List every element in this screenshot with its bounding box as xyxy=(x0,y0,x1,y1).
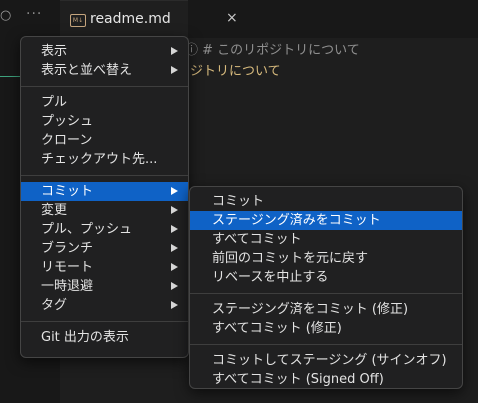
menu-item-pull-push[interactable]: プル、プッシュ xyxy=(21,220,188,239)
chevron-right-icon xyxy=(171,66,178,74)
menu-item-push[interactable]: プッシュ xyxy=(21,112,188,131)
menu-item-view[interactable]: 表示 xyxy=(21,42,188,61)
menu-item-label: 前回のコミットを元に戻す xyxy=(212,251,369,266)
menu-item-label: ブランチ xyxy=(41,241,94,256)
editor-line[interactable]: ジトリについて xyxy=(190,60,281,79)
submenu-item-undo-last-commit[interactable]: 前回のコミットを元に戻す xyxy=(190,249,462,268)
menu-item-remote[interactable]: リモート xyxy=(21,258,188,277)
menu-item-label: タグ xyxy=(41,298,68,313)
menu-item-label: Git 出力の表示 xyxy=(41,330,129,345)
submenu-item-commit[interactable]: コミット xyxy=(190,192,462,211)
chevron-right-icon xyxy=(171,206,178,214)
chevron-right-icon xyxy=(171,263,178,271)
menu-item-label: プル xyxy=(41,95,68,110)
context-menu: 表示 表示と並べ替え プル プッシュ クローン チェックアウト先... コミット… xyxy=(20,36,189,358)
menu-item-label: リベースを中止する xyxy=(212,270,329,285)
more-actions-icon[interactable]: ··· xyxy=(26,6,42,22)
chevron-right-icon xyxy=(171,301,178,309)
chevron-right-icon xyxy=(171,225,178,233)
menu-separator xyxy=(21,175,188,176)
menu-separator xyxy=(21,321,188,322)
menu-item-commit[interactable]: コミット xyxy=(21,182,188,201)
chevron-right-icon xyxy=(171,47,178,55)
menu-item-label: 表示 xyxy=(41,44,68,59)
markdown-icon: M↓ xyxy=(70,14,86,27)
menu-item-label: すべてコミット xyxy=(212,232,302,247)
menu-separator xyxy=(21,86,188,87)
commit-submenu: コミット ステージング済みをコミット すべてコミット 前回のコミットを元に戻す … xyxy=(189,186,463,389)
menu-item-view-sort[interactable]: 表示と並べ替え xyxy=(21,61,188,80)
menu-separator xyxy=(190,344,462,345)
menu-item-label: プッシュ xyxy=(41,114,94,129)
tab-label: readme.md xyxy=(90,11,171,27)
menu-item-label: すべてコミット (Signed Off) xyxy=(212,372,384,387)
menu-item-clone[interactable]: クローン xyxy=(21,131,188,150)
menu-item-label: コミットしてステージング (サインオフ) xyxy=(212,353,447,368)
menu-item-label: 変更 xyxy=(41,203,68,218)
menu-item-branch[interactable]: ブランチ xyxy=(21,239,188,258)
chevron-right-icon xyxy=(171,187,178,195)
menu-item-label: 表示と並べ替え xyxy=(41,63,133,78)
menu-item-checkout[interactable]: チェックアウト先... xyxy=(21,150,188,169)
menu-item-pull[interactable]: プル xyxy=(21,93,188,112)
menu-item-label: すべてコミット (修正) xyxy=(212,321,342,336)
chevron-right-icon xyxy=(171,282,178,290)
submenu-item-commit-staged[interactable]: ステージング済みをコミット xyxy=(190,211,462,230)
breadcrumb[interactable]: ⓘ # このリポジトリについて xyxy=(185,39,360,58)
circle-icon: ○ xyxy=(0,8,12,23)
chevron-right-icon xyxy=(171,244,178,252)
menu-item-stash[interactable]: 一時退避 xyxy=(21,277,188,296)
menu-item-label: クローン xyxy=(41,133,93,148)
menu-item-label: 一時退避 xyxy=(41,279,94,294)
menu-item-label: ステージング済みをコミット xyxy=(212,213,381,228)
change-indicator xyxy=(0,76,22,77)
menu-separator xyxy=(190,293,462,294)
submenu-item-commit-staged-amend[interactable]: ステージング済をコミット (修正) xyxy=(190,300,462,319)
menu-item-changes[interactable]: 変更 xyxy=(21,201,188,220)
tab-readme[interactable]: M↓ readme.md × xyxy=(60,0,238,38)
submenu-item-commit-all-amend[interactable]: すべてコミット (修正) xyxy=(190,319,462,338)
menu-item-label: チェックアウト先... xyxy=(41,152,158,167)
close-icon[interactable]: × xyxy=(226,10,238,26)
menu-item-label: ステージング済をコミット (修正) xyxy=(212,302,409,317)
menu-item-label: プル、プッシュ xyxy=(41,222,133,237)
menu-item-show-git-output[interactable]: Git 出力の表示 xyxy=(21,328,188,347)
submenu-item-commit-all-signed-off[interactable]: すべてコミット (Signed Off) xyxy=(190,370,462,389)
submenu-item-abort-rebase[interactable]: リベースを中止する xyxy=(190,268,462,287)
menu-item-label: コミット xyxy=(41,184,94,199)
menu-item-tags[interactable]: タグ xyxy=(21,296,188,315)
menu-item-label: リモート xyxy=(41,260,94,275)
menu-item-label: コミット xyxy=(212,194,265,209)
submenu-item-commit-all[interactable]: すべてコミット xyxy=(190,230,462,249)
submenu-item-commit-staged-signoff[interactable]: コミットしてステージング (サインオフ) xyxy=(190,351,462,370)
